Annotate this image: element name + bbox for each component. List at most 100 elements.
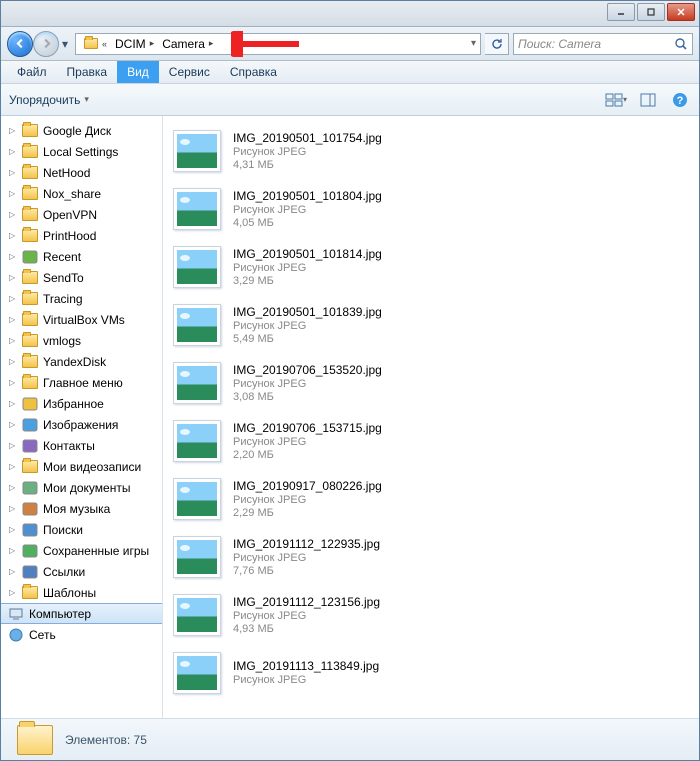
tree-item[interactable]: ▷Шаблоны — [1, 582, 162, 603]
tree-label: Nox_share — [43, 187, 101, 201]
expand-icon[interactable]: ▷ — [9, 483, 17, 492]
image-thumbnail — [173, 304, 221, 346]
tree-item[interactable]: ▷VirtualBox VMs — [1, 309, 162, 330]
expand-icon[interactable]: ▷ — [9, 567, 17, 576]
tree-item[interactable]: ▷ Nox_share — [1, 183, 162, 204]
expand-icon[interactable]: ▷ — [1, 609, 3, 618]
expand-icon[interactable]: ▷ — [9, 441, 17, 450]
nav-history-drop[interactable]: ▾ — [59, 37, 71, 51]
tree-label: Recent — [43, 250, 81, 264]
help-button[interactable]: ? — [669, 89, 691, 111]
image-thumbnail — [173, 594, 221, 636]
file-name: IMG_20191112_123156.jpg — [233, 595, 380, 609]
tree-item[interactable]: ▷Google Диск — [1, 120, 162, 141]
back-button[interactable] — [7, 31, 33, 57]
expand-icon[interactable]: ▷ — [9, 189, 17, 198]
file-item[interactable]: IMG_20190917_080226.jpg Рисунок JPEG 2,2… — [163, 470, 699, 528]
file-item[interactable]: IMG_20190501_101814.jpg Рисунок JPEG 3,2… — [163, 238, 699, 296]
expand-icon[interactable]: ▷ — [9, 525, 17, 534]
tree-item[interactable]: ▷OpenVPN — [1, 204, 162, 225]
tree-item[interactable]: ▷ PrintHood — [1, 225, 162, 246]
file-item[interactable]: IMG_20190501_101754.jpg Рисунок JPEG 4,3… — [163, 122, 699, 180]
menu-help[interactable]: Справка — [220, 61, 287, 83]
expand-icon[interactable]: ▷ — [9, 294, 17, 303]
organize-button[interactable]: Упорядочить — [9, 93, 80, 107]
tree-item[interactable]: ▷Изображения — [1, 414, 162, 435]
tree-item[interactable]: ▷ Моя музыка — [1, 498, 162, 519]
expand-icon[interactable]: ▷ — [1, 630, 3, 639]
file-item[interactable]: IMG_20191112_122935.jpg Рисунок JPEG 7,7… — [163, 528, 699, 586]
tree-item[interactable]: ▷Мои видеозаписи — [1, 456, 162, 477]
preview-pane-button[interactable] — [637, 89, 659, 111]
file-item[interactable]: IMG_20190706_153715.jpg Рисунок JPEG 2,2… — [163, 412, 699, 470]
maximize-button[interactable] — [637, 3, 665, 21]
menu-tools[interactable]: Сервис — [159, 61, 220, 83]
tree-item[interactable]: ▷Мои документы — [1, 477, 162, 498]
forward-button[interactable] — [33, 31, 59, 57]
file-list[interactable]: IMG_20190501_101754.jpg Рисунок JPEG 4,3… — [163, 116, 699, 718]
tree-item[interactable]: ▷Сохраненные игры — [1, 540, 162, 561]
menu-view[interactable]: Вид — [117, 61, 159, 83]
expand-icon[interactable]: ▷ — [9, 231, 17, 240]
tree-item[interactable]: ▷Local Settings — [1, 141, 162, 162]
tree-item[interactable]: ▷Поиски — [1, 519, 162, 540]
file-item[interactable]: IMG_20191113_113849.jpg Рисунок JPEG — [163, 644, 699, 702]
tree-item[interactable]: ▷NetHood — [1, 162, 162, 183]
expand-icon[interactable]: ▷ — [9, 378, 17, 387]
file-item[interactable]: IMG_20190501_101804.jpg Рисунок JPEG 4,0… — [163, 180, 699, 238]
expand-icon[interactable]: ▷ — [9, 399, 17, 408]
network-icon — [8, 627, 24, 643]
refresh-button[interactable] — [485, 33, 509, 55]
search-input[interactable]: Поиск: Camera — [513, 33, 693, 55]
file-item[interactable]: IMG_20190706_153520.jpg Рисунок JPEG 3,0… — [163, 354, 699, 412]
expand-icon[interactable]: ▷ — [9, 252, 17, 261]
tree-item[interactable]: ▷Ссылки — [1, 561, 162, 582]
tree-item[interactable]: ▷ Recent — [1, 246, 162, 267]
file-item[interactable]: IMG_20191112_123156.jpg Рисунок JPEG 4,9… — [163, 586, 699, 644]
close-button[interactable] — [667, 3, 695, 21]
file-item[interactable]: IMG_20190501_101839.jpg Рисунок JPEG 5,4… — [163, 296, 699, 354]
breadcrumb[interactable]: « DCIM ▸ Camera ▸ ▾ — [75, 33, 481, 55]
tree-item-computer[interactable]: ▷Компьютер — [1, 603, 162, 624]
expand-icon[interactable]: ▷ — [9, 420, 17, 429]
svg-text:?: ? — [677, 95, 684, 107]
file-size: 7,76 МБ — [233, 565, 380, 577]
expand-icon[interactable]: ▷ — [9, 315, 17, 324]
tree-item[interactable]: ▷Избранное — [1, 393, 162, 414]
search-icon — [674, 37, 688, 51]
file-type: Рисунок JPEG — [233, 204, 382, 216]
titlebar — [1, 1, 699, 27]
expand-icon[interactable]: ▷ — [9, 147, 17, 156]
expand-icon[interactable]: ▷ — [9, 504, 17, 513]
tree-item[interactable]: ▷Контакты — [1, 435, 162, 456]
nav-pane[interactable]: ▷Google Диск▷Local Settings▷NetHood▷Nox_… — [1, 116, 163, 718]
breadcrumb-camera[interactable]: Camera — [162, 37, 205, 51]
tree-item-network[interactable]: ▷Сеть — [1, 624, 162, 645]
expand-icon[interactable]: ▷ — [9, 336, 17, 345]
menu-edit[interactable]: Правка — [57, 61, 118, 83]
expand-icon[interactable]: ▷ — [9, 588, 17, 597]
expand-icon[interactable]: ▷ — [9, 168, 17, 177]
expand-icon[interactable]: ▷ — [9, 273, 17, 282]
tree-label: PrintHood — [43, 229, 96, 243]
tree-item[interactable]: ▷YandexDisk — [1, 351, 162, 372]
file-type: Рисунок JPEG — [233, 436, 382, 448]
tree-item[interactable]: ▷Tracing — [1, 288, 162, 309]
tree-item[interactable]: ▷Главное меню — [1, 372, 162, 393]
expand-icon[interactable]: ▷ — [9, 357, 17, 366]
tree-label: Моя музыка — [43, 502, 110, 516]
tree-item[interactable]: ▷vmlogs — [1, 330, 162, 351]
file-type: Рисунок JPEG — [233, 320, 382, 332]
expand-icon[interactable]: ▷ — [9, 210, 17, 219]
expand-icon[interactable]: ▷ — [9, 126, 17, 135]
expand-icon[interactable]: ▷ — [9, 462, 17, 471]
tree-item[interactable]: ▷SendTo — [1, 267, 162, 288]
file-name: IMG_20190501_101804.jpg — [233, 189, 382, 203]
image-thumbnail — [173, 188, 221, 230]
view-mode-button[interactable]: ▾ — [605, 89, 627, 111]
file-name: IMG_20190706_153715.jpg — [233, 421, 382, 435]
minimize-button[interactable] — [607, 3, 635, 21]
breadcrumb-dcim[interactable]: DCIM — [115, 37, 146, 51]
expand-icon[interactable]: ▷ — [9, 546, 17, 555]
menu-file[interactable]: Файл — [7, 61, 57, 83]
